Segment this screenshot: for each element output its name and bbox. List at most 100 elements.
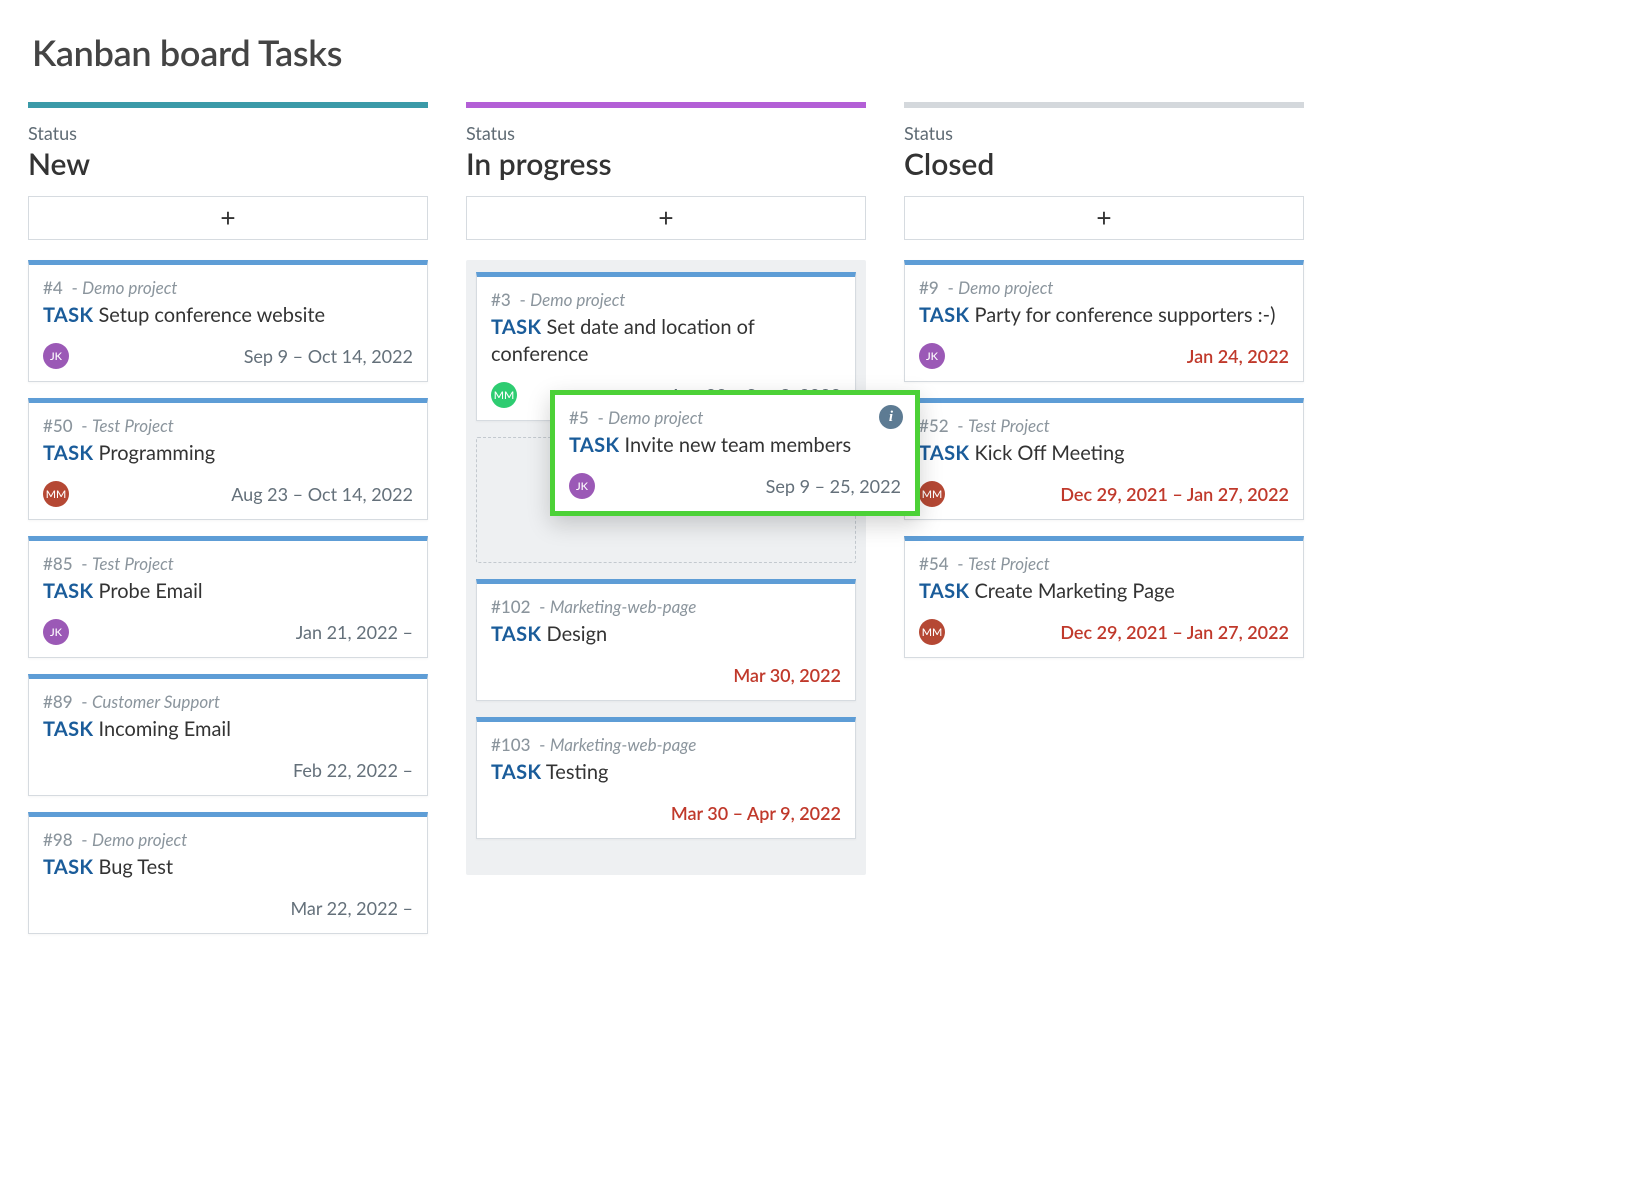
task-title: TASK Testing: [491, 759, 841, 786]
task-title: TASK Invite new team members: [569, 432, 901, 459]
task-card[interactable]: #54 - Test Project TASK Create Marketing…: [904, 536, 1304, 658]
task-footer: JK Jan 24, 2022: [919, 343, 1289, 369]
task-card[interactable]: #103 - Marketing-web-page TASK Testing M…: [476, 717, 856, 839]
task-title: TASK Design: [491, 621, 841, 648]
task-project: Marketing-web-page: [550, 734, 697, 755]
column-stripe: [28, 102, 428, 108]
task-card[interactable]: #102 - Marketing-web-page TASK Design Ma…: [476, 579, 856, 701]
task-footer: Feb 22, 2022 –: [43, 757, 413, 783]
task-meta: #89 - Customer Support: [43, 691, 413, 712]
task-card[interactable]: #4 - Demo project TASK Setup conference …: [28, 260, 428, 382]
task-card-dragging[interactable]: i #5 - Demo project TASK Invite new team…: [550, 390, 920, 516]
task-footer: Mar 30, 2022: [491, 662, 841, 688]
task-subject: Probe Email: [99, 579, 203, 603]
info-icon[interactable]: i: [879, 405, 903, 429]
task-project: Demo project: [530, 289, 625, 310]
task-id: #98: [43, 829, 73, 850]
task-footer: MM Dec 29, 2021 – Jan 27, 2022: [919, 619, 1289, 645]
column-body[interactable]: #9 - Demo project TASK Party for confere…: [904, 260, 1304, 684]
task-subject: Party for conference supporters :-): [975, 303, 1276, 327]
task-meta: #102 - Marketing-web-page: [491, 596, 841, 617]
task-project: Test Project: [968, 415, 1050, 436]
task-dates: Jan 24, 2022: [1187, 345, 1289, 367]
task-footer: Mar 22, 2022 –: [43, 895, 413, 921]
column-header: Status Closed: [904, 122, 1304, 182]
task-dates: Mar 30, 2022: [733, 664, 841, 686]
task-type: TASK: [43, 717, 93, 741]
avatar[interactable]: JK: [43, 619, 69, 645]
add-card-button[interactable]: +: [466, 196, 866, 240]
plus-icon: +: [658, 203, 673, 234]
task-type: TASK: [919, 579, 969, 603]
columns: Status New + #4 - Demo project TASK Setu…: [28, 102, 1612, 960]
task-dates: Sep 9 – 25, 2022: [766, 475, 901, 497]
column-body[interactable]: #4 - Demo project TASK Setup conference …: [28, 260, 428, 960]
task-card[interactable]: #9 - Demo project TASK Party for confere…: [904, 260, 1304, 382]
task-id: #103: [491, 734, 530, 755]
task-id: #52: [919, 415, 949, 436]
task-footer: MM Aug 23 – Oct 14, 2022: [43, 481, 413, 507]
column-body[interactable]: #3 - Demo project TASK Set date and loca…: [466, 260, 866, 875]
task-type: TASK: [569, 433, 619, 457]
plus-icon: +: [220, 203, 235, 234]
task-id: #4: [43, 277, 63, 298]
task-subject: Invite new team members: [625, 433, 852, 457]
avatar[interactable]: MM: [491, 382, 517, 408]
task-project: Customer Support: [92, 691, 220, 712]
task-card[interactable]: #98 - Demo project TASK Bug Test Mar 22,…: [28, 812, 428, 934]
task-id: #102: [491, 596, 530, 617]
column-status-label: Status: [466, 122, 866, 144]
task-card[interactable]: #89 - Customer Support TASK Incoming Ema…: [28, 674, 428, 796]
task-dates: Sep 9 – Oct 14, 2022: [244, 345, 413, 367]
task-subject: Bug Test: [99, 855, 174, 879]
task-dates: Mar 30 – Apr 9, 2022: [671, 802, 841, 824]
add-card-button[interactable]: +: [904, 196, 1304, 240]
task-card[interactable]: #52 - Test Project TASK Kick Off Meeting…: [904, 398, 1304, 520]
task-footer: JK Sep 9 – 25, 2022: [569, 473, 901, 499]
column-new: Status New + #4 - Demo project TASK Setu…: [28, 102, 428, 960]
task-title: TASK Kick Off Meeting: [919, 440, 1289, 467]
task-type: TASK: [491, 315, 541, 339]
avatar[interactable]: MM: [43, 481, 69, 507]
task-project: Test Project: [92, 553, 174, 574]
task-footer: MM Dec 29, 2021 – Jan 27, 2022: [919, 481, 1289, 507]
column-header: Status New: [28, 122, 428, 182]
column-name: In progress: [466, 146, 866, 182]
task-id: #3: [491, 289, 511, 310]
avatar[interactable]: JK: [43, 343, 69, 369]
task-meta: #98 - Demo project: [43, 829, 413, 850]
task-type: TASK: [919, 303, 969, 327]
task-id: #54: [919, 553, 949, 574]
column-status-label: Status: [28, 122, 428, 144]
task-dates: Mar 22, 2022 –: [290, 897, 413, 919]
task-dates: Dec 29, 2021 – Jan 27, 2022: [1060, 621, 1289, 643]
kanban-board: Kanban board Tasks Status New + #4 - Dem…: [0, 0, 1640, 984]
task-footer: JK Jan 21, 2022 –: [43, 619, 413, 645]
task-subject: Incoming Email: [99, 717, 231, 741]
task-title: TASK Setup conference website: [43, 302, 413, 329]
task-card[interactable]: #85 - Test Project TASK Probe Email JK J…: [28, 536, 428, 658]
avatar[interactable]: JK: [569, 473, 595, 499]
task-type: TASK: [491, 622, 541, 646]
task-dates: Feb 22, 2022 –: [293, 759, 413, 781]
task-type: TASK: [43, 579, 93, 603]
task-project: Demo project: [608, 407, 703, 428]
task-id: #9: [919, 277, 939, 298]
task-title: TASK Party for conference supporters :-): [919, 302, 1289, 329]
task-project: Test Project: [92, 415, 174, 436]
column-stripe: [466, 102, 866, 108]
page-title: Kanban board Tasks: [32, 30, 1612, 74]
avatar[interactable]: JK: [919, 343, 945, 369]
task-project: Marketing-web-page: [550, 596, 697, 617]
task-subject: Create Marketing Page: [975, 579, 1175, 603]
task-dates: Aug 23 – Oct 14, 2022: [231, 483, 413, 505]
add-card-button[interactable]: +: [28, 196, 428, 240]
column-header: Status In progress: [466, 122, 866, 182]
avatar[interactable]: MM: [919, 481, 945, 507]
avatar[interactable]: MM: [919, 619, 945, 645]
task-card[interactable]: #50 - Test Project TASK Programming MM A…: [28, 398, 428, 520]
task-footer: JK Sep 9 – Oct 14, 2022: [43, 343, 413, 369]
task-title: TASK Bug Test: [43, 854, 413, 881]
task-subject: Design: [547, 622, 608, 646]
task-meta: #5 - Demo project: [569, 407, 901, 428]
